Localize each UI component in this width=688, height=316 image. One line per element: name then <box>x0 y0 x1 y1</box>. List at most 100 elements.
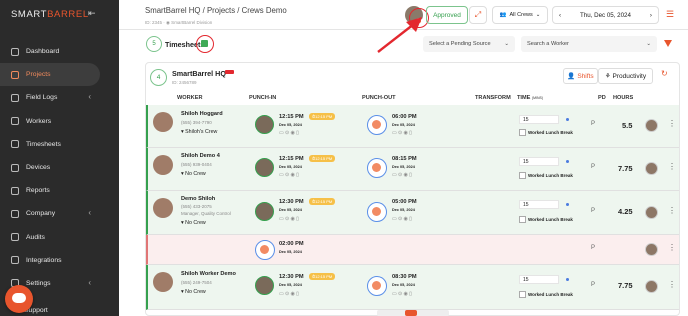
punch-out-action-icons[interactable]: ▭⊙◉▯ <box>392 291 413 297</box>
worked-lunch-break-checkbox[interactable]: Worked Lunch Break <box>519 129 573 136</box>
col-worker: WORKER <box>177 95 203 101</box>
more-options-icon[interactable]: ⋮ <box>668 243 676 252</box>
expand-icon[interactable]: ⤢ <box>469 6 487 24</box>
worked-lunch-break-checkbox[interactable]: Worked Lunch Break <box>519 216 573 223</box>
date-picker[interactable]: ‹ Thu, Dec 05, 2024 › <box>552 6 659 24</box>
approver-avatar[interactable] <box>645 162 658 175</box>
crew-select[interactable]: ▾ No Crew <box>181 220 206 226</box>
approver-avatar[interactable] <box>645 243 658 256</box>
menu-icon[interactable]: ☰ <box>666 9 674 20</box>
sidebar-item-label: Audits <box>26 233 45 241</box>
collapse-sidebar-icon[interactable]: ⇤ <box>88 8 96 19</box>
worker-name[interactable]: Shiloh Demo 4 <box>181 153 220 159</box>
pd-value[interactable]: P <box>591 208 595 214</box>
pagination[interactable] <box>377 310 449 316</box>
break-minutes-input[interactable]: 15 <box>519 275 559 284</box>
sidebar-item-dashboard[interactable]: Dashboard <box>0 40 119 63</box>
punch-in-tag: ⏱ 12:15 PM <box>309 113 336 120</box>
sidebar-item-audits[interactable]: Audits <box>0 226 119 249</box>
punch-out-action-icons[interactable]: ▭⊙◉▯ <box>392 130 413 136</box>
punch-in-photo[interactable] <box>255 276 274 295</box>
approver-avatar[interactable] <box>645 206 658 219</box>
chevron-down-icon: ⌄ <box>504 41 509 47</box>
break-minutes-input[interactable]: 15 <box>519 157 559 166</box>
productivity-button[interactable]: ⚘ Productivity <box>598 68 653 84</box>
approver-avatar[interactable] <box>645 119 658 132</box>
sidebar-item-projects[interactable]: Projects <box>0 63 100 87</box>
sidebar-item-workers[interactable]: Workers <box>0 110 119 133</box>
hours-value: 4.25 <box>618 207 633 216</box>
punch-in-photo[interactable] <box>255 115 274 134</box>
punch-out-photo[interactable] <box>367 158 387 178</box>
pd-value[interactable]: P <box>591 282 595 288</box>
sidebar-item-timesheets[interactable]: Timesheets <box>0 133 119 156</box>
smartbarrel-logo[interactable]: SMARTBARREL <box>11 9 89 20</box>
more-options-icon[interactable]: ⋮ <box>668 119 676 128</box>
audit-icon <box>11 233 19 242</box>
worked-lunch-break-checkbox[interactable]: Worked Lunch Break <box>519 291 573 298</box>
punch-in-photo[interactable] <box>255 240 275 260</box>
breadcrumb[interactable]: SmartBarrel HQ / Projects / Crews Demo <box>145 6 287 15</box>
crews-dropdown[interactable]: 👥 All Crews ⌄ <box>492 6 548 24</box>
crew-select[interactable]: ▾ No Crew <box>181 289 206 295</box>
punch-in-date: Dec 05, 2024 <box>279 208 302 212</box>
flag-badge <box>225 70 234 74</box>
sidebar-item-integrations[interactable]: Integrations <box>0 249 119 272</box>
break-minutes-input[interactable]: 15 <box>519 200 559 209</box>
punch-out-action-icons[interactable]: ▭⊙◉▯ <box>392 216 413 222</box>
hours-value: 5.5 <box>622 121 633 130</box>
table-row[interactable]: 02:00 PM Dec 05, 2024 P ⋮ <box>146 235 679 265</box>
punch-out-photo[interactable] <box>367 115 387 135</box>
sidebar-item-label: Timesheets <box>26 140 61 148</box>
sidebar-item-label: Field Logs <box>26 94 58 102</box>
worker-name[interactable]: Demo Shiloh <box>181 196 215 202</box>
more-options-icon[interactable]: ⋮ <box>668 162 676 171</box>
approved-button[interactable]: Approved <box>426 6 468 24</box>
shifts-button[interactable]: 👤 Shifts <box>563 68 598 84</box>
worker-phone: (555) 394-7790 <box>181 120 212 125</box>
crew-select[interactable]: ▾ No Crew <box>181 171 206 177</box>
pd-value[interactable]: P <box>591 121 595 127</box>
chevron-left-icon[interactable]: ‹ <box>559 12 561 19</box>
table-row[interactable]: Shiloh Demo 4 (555) 939-0404 ▾ No Crew 1… <box>146 148 679 191</box>
pd-value[interactable]: P <box>591 164 595 170</box>
punch-in-action-icons[interactable]: ▭⊙◉▯ <box>279 172 300 178</box>
punch-out-photo[interactable] <box>367 202 387 222</box>
filter-icon[interactable] <box>664 40 672 47</box>
pending-source-select[interactable]: Select a Pending Source ⌄ <box>423 36 515 52</box>
chat-bubble-icon[interactable] <box>5 285 33 313</box>
crew-select[interactable]: ▾ Shiloh's Crew <box>181 129 217 135</box>
punch-in-tag-time: 12:15 PM <box>315 114 333 119</box>
punch-out-time: 08:15 PM <box>392 156 417 162</box>
more-options-icon[interactable]: ⋮ <box>668 206 676 215</box>
break-minutes-input[interactable]: 15 <box>519 115 559 124</box>
punch-in-photo[interactable] <box>255 158 274 177</box>
pd-value[interactable]: P <box>591 245 595 251</box>
worker-search-select[interactable]: Search a Worker ⌄ <box>521 36 657 52</box>
worker-name[interactable]: Shiloh Worker Demo <box>181 271 236 277</box>
more-options-icon[interactable]: ⋮ <box>668 280 676 289</box>
sidebar-item-devices[interactable]: Devices <box>0 156 119 179</box>
chart-icon <box>11 186 19 195</box>
sidebar-item-company[interactable]: Company ‹ <box>0 202 119 225</box>
punch-in-photo[interactable] <box>255 202 274 221</box>
sidebar-item-reports[interactable]: Reports <box>0 179 119 202</box>
approver-avatar[interactable] <box>645 280 658 293</box>
device-icon <box>11 163 19 172</box>
table-row[interactable]: Shiloh Worker Demo (555) 249-7504 ▾ No C… <box>146 265 679 310</box>
sidebar-item-field-logs[interactable]: Field Logs ‹ <box>0 86 119 109</box>
worker-name[interactable]: Shiloh Hoggard <box>181 111 223 117</box>
punch-in-action-icons[interactable]: ▭⊙◉▯ <box>279 130 300 136</box>
punch-in-action-icons[interactable]: ▭⊙◉▯ <box>279 216 300 222</box>
refresh-icon[interactable]: ↻ <box>661 69 668 78</box>
table-row[interactable]: Demo Shiloh (555) 433-2075 Manager, Qual… <box>146 191 679 235</box>
status-dot <box>566 278 569 281</box>
table-row[interactable]: Shiloh Hoggard (555) 394-7790 ▾ Shiloh's… <box>146 105 679 148</box>
punch-in-action-icons[interactable]: ▭⊙◉▯ <box>279 291 300 297</box>
sidebar-item-label: Integrations <box>26 256 62 264</box>
worked-lunch-break-checkbox[interactable]: Worked Lunch Break <box>519 172 573 179</box>
punch-out-photo[interactable] <box>367 276 387 296</box>
punch-out-action-icons[interactable]: ▭⊙◉▯ <box>392 172 413 178</box>
app-window: SMARTBARREL ⇤ Dashboard Projects Field L… <box>0 0 688 316</box>
chevron-right-icon[interactable]: › <box>650 12 652 19</box>
